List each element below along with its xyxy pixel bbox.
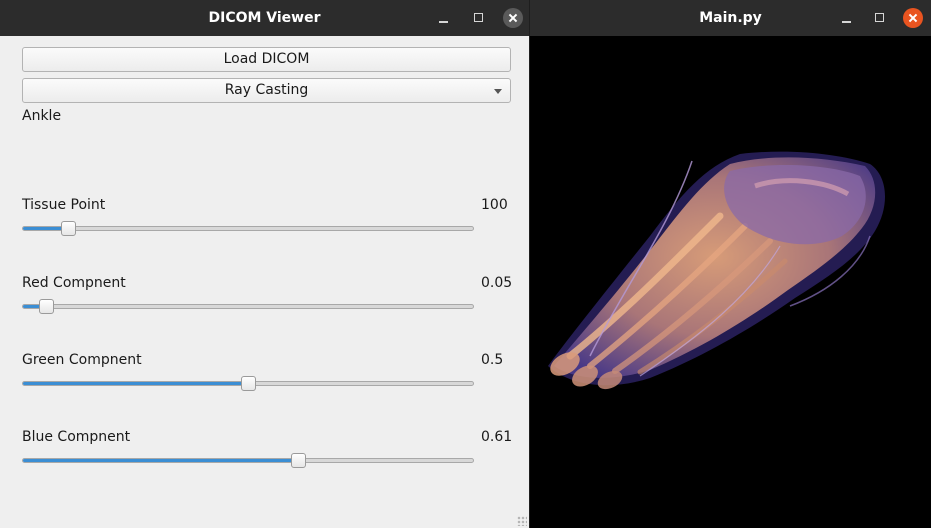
blue-component-value: 0.61 [481, 429, 513, 445]
resize-grip[interactable] [517, 516, 527, 526]
render-window: Main.py [530, 0, 931, 528]
maximize-icon[interactable] [469, 8, 489, 28]
red-component-value: 0.05 [481, 275, 513, 291]
viewer-titlebar[interactable]: DICOM Viewer [0, 0, 529, 36]
close-icon[interactable] [903, 8, 923, 28]
tissue-point-label: Tissue Point [22, 197, 106, 213]
slider-fill [23, 459, 298, 462]
render-mode-select[interactable]: Ray Casting [22, 78, 511, 103]
slider-groove [22, 304, 474, 309]
dicom-viewer-window: DICOM Viewer Load DICOM Ray Casting Ankl… [0, 0, 530, 528]
slider-groove [22, 226, 474, 231]
slider-handle[interactable] [61, 221, 76, 236]
blue-component-slider[interactable] [22, 451, 474, 469]
foot-volume-render [548, 151, 886, 390]
slider-handle[interactable] [39, 299, 54, 314]
green-component-slider[interactable] [22, 374, 474, 392]
green-component-label: Green Compnent [22, 352, 142, 368]
red-component-label: Red Compnent [22, 275, 126, 291]
slider-handle[interactable] [241, 376, 256, 391]
load-dicom-button[interactable]: Load DICOM [22, 47, 511, 72]
render-titlebar[interactable]: Main.py [530, 0, 931, 36]
minimize-icon[interactable] [434, 8, 454, 28]
blue-component-label: Blue Compnent [22, 429, 131, 445]
minimize-icon[interactable] [837, 8, 857, 28]
volume-render-view[interactable] [530, 36, 931, 528]
chevron-down-icon [494, 89, 502, 94]
dataset-label: Ankle [22, 108, 62, 124]
slider-fill [23, 382, 248, 385]
render-mode-value: Ray Casting [224, 82, 309, 98]
green-component-value: 0.5 [481, 352, 504, 368]
slider-handle[interactable] [291, 453, 306, 468]
close-icon[interactable] [503, 8, 523, 28]
tissue-point-value: 100 [481, 197, 508, 213]
tissue-point-slider[interactable] [22, 219, 474, 237]
red-component-slider[interactable] [22, 297, 474, 315]
maximize-icon[interactable] [870, 8, 890, 28]
